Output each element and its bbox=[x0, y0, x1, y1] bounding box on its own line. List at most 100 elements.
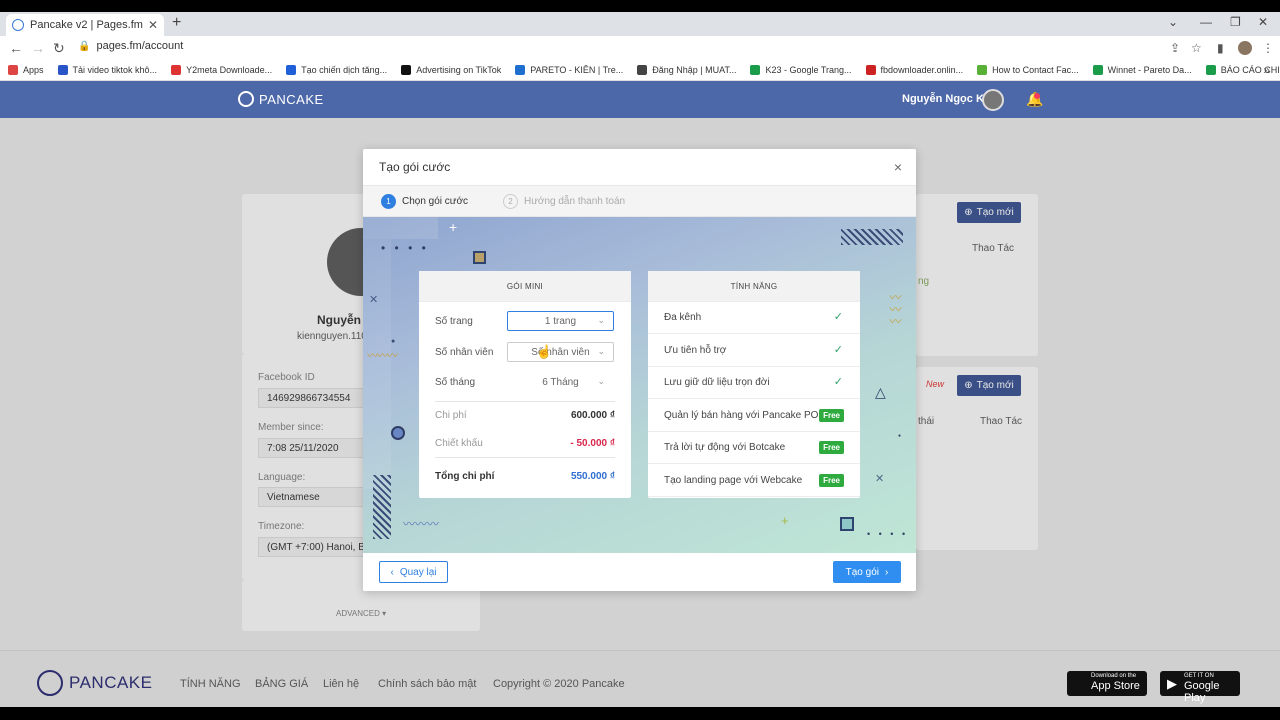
bookmark-item[interactable]: Tải video tiktok khô... bbox=[57, 65, 157, 75]
actions-header-bottom: Thao Tác bbox=[980, 416, 1023, 427]
bookmark-favicon-icon bbox=[865, 65, 876, 75]
feature-row: Trả lời tự động với Botcake Free bbox=[648, 432, 860, 465]
url-field[interactable]: 🔒 pages.fm/account bbox=[78, 40, 183, 52]
back-arrow-icon[interactable]: ← bbox=[9, 40, 23, 56]
bookmark-favicon-icon bbox=[1205, 65, 1216, 75]
timezone-select[interactable]: (GMT +7:00) Hanoi, Ban bbox=[258, 537, 368, 557]
tab-search-icon[interactable]: ⌄ bbox=[1168, 15, 1178, 29]
create-plan-button[interactable]: Tạo gói › bbox=[833, 561, 901, 583]
forward-arrow-icon[interactable]: → bbox=[31, 40, 45, 56]
check-icon: ✓ bbox=[833, 311, 843, 323]
circle-decor-icon bbox=[391, 426, 405, 440]
bookmark-item[interactable]: Winnet - Pareto Da... bbox=[1092, 65, 1192, 75]
google-play-small-text: GET IT ON bbox=[1184, 673, 1214, 679]
create-new-button-bottom[interactable]: ⊕ Tạo mới bbox=[957, 375, 1021, 396]
pancake-logo[interactable]: PANCAKE bbox=[238, 91, 324, 107]
reload-icon[interactable]: ↻ bbox=[53, 40, 65, 57]
window-close-icon[interactable]: ✕ bbox=[1258, 15, 1268, 29]
bookmark-item[interactable]: How to Contact Fac... bbox=[977, 65, 1079, 75]
x-decor-icon: ✕ bbox=[875, 473, 885, 485]
months-select[interactable]: 6 Tháng ⌄ bbox=[507, 372, 614, 392]
address-toolbar: ← → ↻ 🔒 pages.fm/account ⇪ ☆ ▮ ⋮ bbox=[0, 36, 1280, 60]
bookmark-favicon-icon bbox=[171, 65, 182, 75]
footer-link-privacy[interactable]: Chính sách bảo mật bbox=[378, 678, 476, 690]
user-avatar[interactable] bbox=[982, 89, 1004, 111]
bookmark-label: Tạo chiến dịch tăng... bbox=[301, 65, 388, 75]
discount-value: - 50.000 ₫ bbox=[570, 438, 615, 449]
x-decor-icon: ✕ bbox=[369, 294, 379, 306]
months-value: 6 Tháng bbox=[542, 376, 579, 388]
bookmark-favicon-icon bbox=[8, 65, 18, 75]
bookmark-favicon-icon bbox=[401, 65, 412, 75]
new-tab-button[interactable]: + bbox=[172, 14, 181, 32]
browser-window: Pancake v2 | Pages.fm | Advance ✕ + ⌄ — … bbox=[0, 12, 1280, 707]
cost-label: Chi phí bbox=[435, 410, 467, 421]
free-badge: Free bbox=[819, 408, 844, 422]
feature-row: Quản lý bán hàng với Pancake POS Free bbox=[648, 400, 860, 432]
profile-email: kiennguyen.110 bbox=[297, 331, 367, 342]
bookmark-label: K23 - Google Trang... bbox=[765, 65, 852, 75]
dot-decor-icon: ● bbox=[898, 433, 902, 439]
facebook-id-field[interactable]: 146929866734554 bbox=[258, 388, 368, 408]
close-icon[interactable]: × bbox=[894, 159, 902, 175]
bookmark-label: How to Contact Fac... bbox=[992, 65, 1079, 75]
app-store-button[interactable]: Download on the App Store bbox=[1067, 671, 1147, 696]
app-store-small-text: Download on the bbox=[1091, 673, 1137, 679]
language-select[interactable]: Vietnamese bbox=[258, 487, 368, 507]
stripes-decor-icon bbox=[841, 229, 903, 245]
bookmark-item[interactable]: K23 - Google Trang... bbox=[750, 65, 852, 75]
bookmark-item[interactable]: Đăng Nhập | MUAT... bbox=[637, 65, 736, 75]
app-header: PANCAKE Nguyễn Ngọc Kiên 🔔 bbox=[0, 81, 1280, 118]
footer-link-pricing[interactable]: BẢNG GIÁ bbox=[255, 678, 308, 690]
share-icon[interactable]: ⇪ bbox=[1170, 41, 1180, 55]
pancake-favicon-icon bbox=[12, 19, 24, 31]
decor-block bbox=[363, 239, 391, 489]
bookmark-item[interactable]: Advertising on TikTok bbox=[401, 65, 501, 75]
create-plan-modal: Tạo gói cước × 1 Chọn gói cước 2 Hướng d… bbox=[363, 149, 916, 591]
tab-bar: Pancake v2 | Pages.fm | Advance ✕ + ⌄ — … bbox=[0, 12, 1280, 36]
app-store-text: App Store bbox=[1091, 680, 1140, 692]
browser-tab[interactable]: Pancake v2 | Pages.fm | Advance ✕ bbox=[6, 14, 164, 36]
decor-block bbox=[363, 217, 438, 239]
facebook-id-label: Facebook ID bbox=[258, 372, 315, 383]
bookmark-item[interactable]: PARETO - KIÊN | Tre... bbox=[515, 65, 623, 75]
bookmark-item[interactable]: fbdownloader.onlin... bbox=[865, 65, 963, 75]
restore-icon[interactable]: ❐ bbox=[1230, 15, 1241, 29]
create-new-label: Tạo mới bbox=[976, 380, 1014, 391]
feature-row: Tạo landing page với Webcake Free bbox=[648, 465, 860, 497]
divider bbox=[435, 457, 615, 458]
dot-decor-icon: ● bbox=[391, 338, 396, 345]
feature-label: Lưu giữ dữ liệu trọn đời bbox=[664, 377, 770, 389]
back-button[interactable]: ‹ Quay lại bbox=[379, 561, 448, 583]
advanced-toggle[interactable]: ADVANCED ▾ bbox=[336, 609, 386, 618]
bookmark-label: Đăng Nhập | MUAT... bbox=[652, 65, 737, 75]
plus-decor-icon: + bbox=[781, 513, 789, 528]
apps-bookmark[interactable]: Apps bbox=[8, 65, 44, 75]
zigzag-decor-icon: 〰〰〰 bbox=[367, 350, 398, 362]
bookmark-item[interactable]: Tạo chiến dịch tăng... bbox=[286, 65, 387, 75]
member-since-label: Member since: bbox=[258, 422, 324, 433]
cost-value: 600.000 ₫ bbox=[570, 410, 615, 421]
dots-decor-icon: • • • • bbox=[867, 529, 909, 539]
create-new-button-top[interactable]: ⊕ Tạo mới bbox=[957, 202, 1021, 223]
profile-avatar[interactable] bbox=[1238, 41, 1252, 55]
minimize-icon[interactable]: — bbox=[1200, 15, 1212, 29]
footer-logo[interactable]: PANCAKE bbox=[37, 670, 153, 696]
staff-select[interactable]: Số nhân viên ⌄ bbox=[507, 342, 614, 362]
features-panel: TÍNH NĂNG Đa kênh ✓ Ưu tiên hỗ trợ ✓ Lưu giữ… bbox=[648, 271, 860, 498]
footer-link-contact[interactable]: Liên hệ bbox=[323, 678, 359, 690]
tab-close-icon[interactable]: ✕ bbox=[148, 18, 158, 32]
sidebar-icon[interactable]: ▮ bbox=[1217, 41, 1224, 55]
menu-dots-icon[interactable]: ⋮ bbox=[1262, 41, 1274, 55]
create-plan-label: Tạo gói bbox=[845, 566, 879, 578]
bookmark-item[interactable]: Y2meta Downloade... bbox=[171, 65, 272, 75]
plus-decor-icon: + bbox=[449, 219, 458, 235]
footer-link-features[interactable]: TÍNH NĂNG bbox=[180, 678, 241, 690]
step-payment-guide[interactable]: 2 Hướng dẫn thanh toán bbox=[503, 194, 625, 209]
bookmarks-overflow-icon[interactable]: » bbox=[1263, 63, 1270, 77]
google-play-button[interactable]: ▶ GET IT ON Google Play bbox=[1160, 671, 1240, 704]
step-number: 2 bbox=[503, 194, 518, 209]
step-choose-plan[interactable]: 1 Chọn gói cước bbox=[381, 194, 468, 209]
star-icon[interactable]: ☆ bbox=[1191, 41, 1202, 55]
pages-select[interactable]: 1 trang ⌄ bbox=[507, 311, 614, 331]
